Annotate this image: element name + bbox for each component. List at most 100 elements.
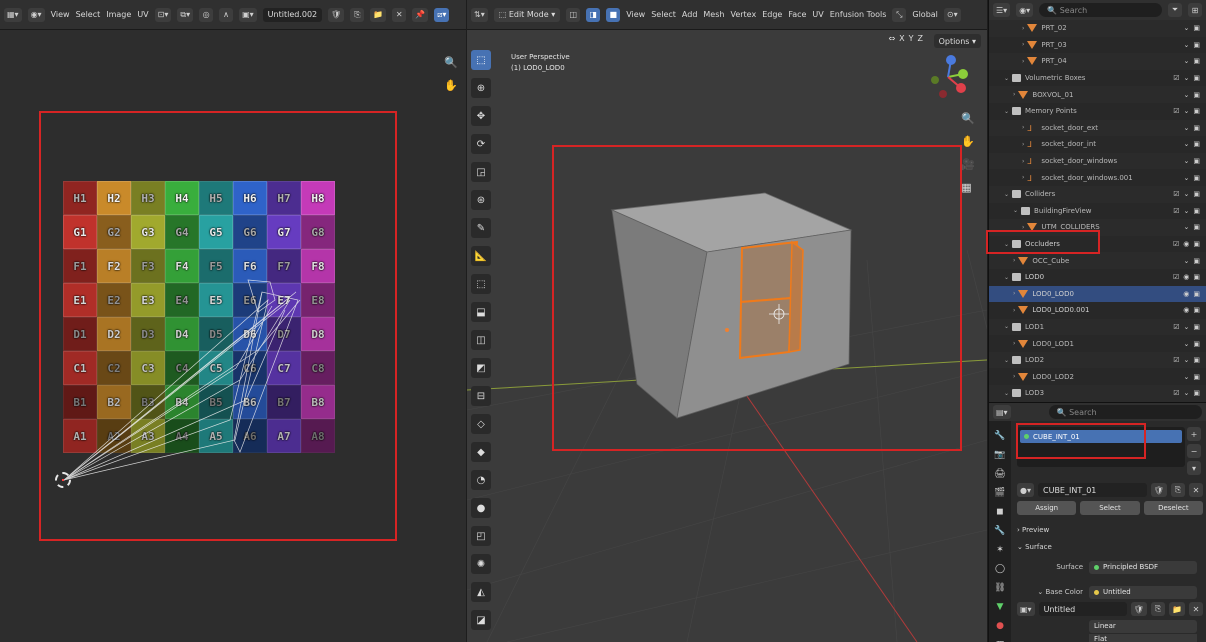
browse-image-icon[interactable]: ▣▾ [1017,602,1035,616]
render-camera-icon[interactable]: ▣ [1193,306,1200,314]
render-camera-icon[interactable]: ▣ [1193,124,1200,132]
visibility-eye-icon[interactable]: ⌄ [1184,356,1190,364]
expand-chevron-icon[interactable]: › [1013,257,1015,264]
visibility-eye-icon[interactable]: ⌄ [1184,124,1190,132]
render-camera-icon[interactable]: ▣ [1193,373,1200,381]
properties-search-input[interactable]: 🔍 Search [1048,405,1202,419]
scene-tab-icon[interactable]: 🎬 [994,488,1005,498]
visibility-eye-icon[interactable]: ⌄ [1184,190,1190,198]
outliner-row[interactable]: ⌄ LOD0 ☑ ◉ ▣ [989,269,1206,286]
exclude-checkbox-icon[interactable]: ☑ [1173,323,1179,331]
remove-slot-icon[interactable]: − [1187,444,1201,458]
uv-menu-view[interactable]: View [51,10,70,19]
zoom-icon[interactable]: 🔍 [444,56,458,69]
image-fake-user-icon[interactable]: 🛡 [1130,602,1148,616]
render-camera-icon[interactable]: ▣ [1193,356,1200,364]
data-tab-icon[interactable]: ▼ [997,602,1004,612]
pin-icon[interactable]: 📌 [412,7,429,22]
exclude-checkbox-icon[interactable]: ☑ [1173,107,1179,115]
visibility-eye-icon[interactable]: ⌄ [1184,107,1190,115]
expand-chevron-icon[interactable]: › [1022,158,1024,165]
vertex-select-icon[interactable]: ◫ [566,7,581,22]
render-camera-icon[interactable]: ▣ [1193,389,1200,397]
visibility-eye-icon[interactable]: ◉ [1183,240,1189,248]
material-tab-icon[interactable]: ● [996,621,1004,631]
exclude-checkbox-icon[interactable]: ☑ [1173,273,1179,281]
edge-select-icon[interactable]: ◨ [586,7,601,22]
render-camera-icon[interactable]: ▣ [1193,140,1200,148]
expand-chevron-icon[interactable]: ⌄ [1013,207,1018,214]
render-camera-icon[interactable]: ▣ [1193,273,1200,281]
uv-sync-icon[interactable]: ◉▾ [27,7,45,22]
tool-tab-icon[interactable]: 🔧 [994,431,1005,441]
slot-menu-icon[interactable]: ▾ [1187,461,1201,475]
render-camera-icon[interactable]: ▣ [1193,223,1200,231]
assign-button[interactable]: Assign [1017,501,1077,515]
mode-selector[interactable]: ⬚ Edit Mode ▾ [493,7,561,22]
vp-menu-mesh[interactable]: Mesh [703,10,724,19]
duplicate-material-icon[interactable]: ⎘ [1171,483,1185,497]
vp-menu-view[interactable]: View [626,10,645,19]
outliner-row[interactable]: › PRT_02 ⌄ ▣ [989,20,1206,37]
outliner-row[interactable]: › LOD0_LOD0 ◉ ▣ [989,285,1206,303]
unlink-image-icon[interactable]: ✕ [392,7,407,22]
expand-chevron-icon[interactable]: › [1022,124,1024,131]
visibility-eye-icon[interactable]: ⌄ [1184,223,1190,231]
orientation-selector[interactable]: Global [912,10,938,19]
vp-menu-enfusion-tools[interactable]: Enfusion Tools [830,10,887,19]
render-camera-icon[interactable]: ▣ [1193,174,1200,182]
falloff-icon[interactable]: ∧ [219,7,234,22]
material-name-field[interactable]: CUBE_INT_01 [1038,483,1147,497]
visibility-eye-icon[interactable]: ⌄ [1184,57,1190,65]
render-camera-icon[interactable]: ▣ [1193,41,1200,49]
new-texture-icon[interactable]: ⎘ [1151,602,1166,616]
visibility-eye-icon[interactable]: ⌄ [1184,91,1190,99]
render-tab-icon[interactable]: 📷 [994,450,1005,460]
output-tab-icon[interactable]: 🖨 [994,469,1005,479]
render-camera-icon[interactable]: ▣ [1193,323,1200,331]
interpolation-dropdown[interactable]: Linear [1089,619,1197,633]
new-collection-icon[interactable]: ⊞ [1188,3,1202,17]
outliner-row[interactable]: › PRT_03 ⌄ ▣ [989,37,1206,54]
render-camera-icon[interactable]: ▣ [1193,157,1200,165]
fake-user-icon[interactable]: 🛡 [328,7,345,22]
surface-section-header[interactable]: ⌄ Surface [1017,540,1197,554]
render-camera-icon[interactable]: ▣ [1193,257,1200,265]
snap-icon[interactable]: ⧉▾ [177,7,194,22]
modifier-tab-icon[interactable]: 🔧 [994,526,1005,536]
vp-menu-uv[interactable]: UV [812,10,823,19]
outliner-row[interactable]: ⌄ LOD2 ☑ ⌄ ▣ [989,351,1206,369]
vp-menu-edge[interactable]: Edge [762,10,782,19]
add-slot-icon[interactable]: + [1187,427,1201,441]
exclude-checkbox-icon[interactable]: ☑ [1173,74,1179,82]
outliner-row[interactable]: ⌄ LOD1 ☑ ⌄ ▣ [989,318,1206,336]
expand-chevron-icon[interactable]: ⌄ [1004,274,1009,281]
browse-material-icon[interactable]: ●▾ [1017,483,1034,497]
expand-chevron-icon[interactable]: › [1022,174,1024,181]
unlink-material-icon[interactable]: ✕ [1189,483,1203,497]
render-camera-icon[interactable]: ▣ [1193,340,1200,348]
expand-chevron-icon[interactable]: › [1022,58,1024,65]
expand-chevron-icon[interactable]: › [1022,25,1024,32]
visibility-eye-icon[interactable]: ⌄ [1184,389,1190,397]
expand-chevron-icon[interactable]: ⌄ [1004,323,1009,330]
outliner-row[interactable]: ⌄ BuildingFireView ☑ ⌄ ▣ [989,203,1206,220]
exclude-checkbox-icon[interactable]: ☑ [1173,240,1179,248]
visibility-eye-icon[interactable]: ⌄ [1184,257,1190,265]
filter-icon[interactable]: ⏷ [1168,3,1182,17]
proportional-edit-icon[interactable]: ◎ [199,7,214,22]
render-camera-icon[interactable]: ▣ [1193,107,1200,115]
expand-chevron-icon[interactable]: ⌄ [1004,75,1009,82]
uv-menu-uv[interactable]: UV [137,10,148,19]
render-camera-icon[interactable]: ▣ [1193,207,1200,215]
uv-menu-image[interactable]: Image [106,10,131,19]
expand-chevron-icon[interactable]: ⌄ [1004,191,1009,198]
outliner-row[interactable]: ⌄ LOD3 ☑ ⌄ ▣ [989,385,1206,402]
visibility-eye-icon[interactable]: ◉ [1183,290,1189,298]
outliner-row[interactable]: ⌄ Volumetric Boxes ☑ ⌄ ▣ [989,70,1206,87]
uv-2d-cursor-icon[interactable] [55,472,71,488]
editor-type-icon[interactable]: ▦▾ [4,7,22,22]
particles-tab-icon[interactable]: ✶ [996,545,1004,555]
orientation-icon[interactable]: ⤡ [892,7,907,22]
outliner-row[interactable]: › LOD0_LOD2 ⌄ ▣ [989,368,1206,385]
